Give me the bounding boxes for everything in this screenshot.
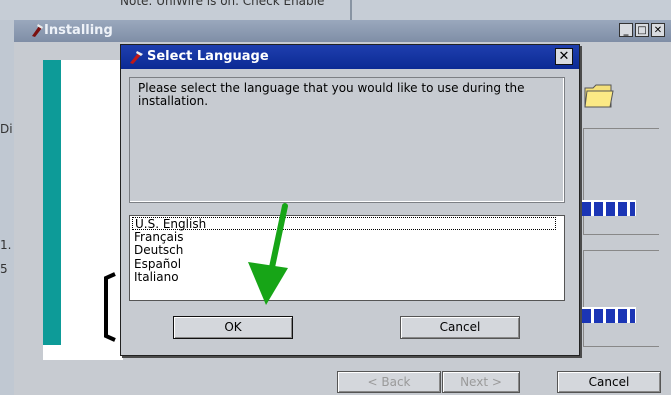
- dialog-message: Please select the language that you woul…: [138, 81, 525, 108]
- folder-icon: [584, 84, 614, 108]
- progress-group-1: [583, 128, 659, 235]
- language-option[interactable]: Italiano: [132, 271, 181, 284]
- background-divider: [350, 0, 352, 20]
- dialog-app-icon: [130, 51, 143, 64]
- background-left-edge: [0, 20, 14, 395]
- dialog-title: Select Language: [147, 49, 269, 64]
- next-button[interactable]: Next >: [442, 371, 520, 393]
- installer-title: Installing: [44, 23, 113, 38]
- installer-cancel-button[interactable]: Cancel: [557, 371, 661, 393]
- dialog-cancel-button[interactable]: Cancel: [400, 316, 520, 339]
- message-area: Please select the language that you woul…: [129, 77, 565, 203]
- progress-bar-1: [580, 200, 636, 216]
- minimize-button[interactable]: _: [619, 23, 633, 37]
- background-fragment: Di: [0, 122, 13, 136]
- progress-bar-2: [580, 307, 636, 323]
- ok-button[interactable]: OK: [173, 316, 293, 339]
- language-option[interactable]: Deutsch: [132, 244, 185, 257]
- dialog-close-button[interactable]: ✕: [555, 48, 573, 65]
- language-option[interactable]: U.S. English: [132, 217, 556, 231]
- installer-graphic: [104, 272, 116, 342]
- progress-group-2: [583, 250, 659, 347]
- background-fragment: 1.: [0, 238, 12, 252]
- language-list[interactable]: U.S. English Français Deutsch Español It…: [129, 215, 565, 301]
- background-fragment: 5: [0, 262, 8, 276]
- select-language-dialog: Select Language ✕ Please select the lang…: [120, 44, 580, 356]
- maximize-button[interactable]: □: [635, 23, 649, 37]
- background-window-strip: [0, 0, 671, 20]
- installer-teal-bar: [43, 60, 61, 345]
- installer-title-bar[interactable]: Installing _ □ ✕: [14, 20, 671, 42]
- dialog-title-bar[interactable]: Select Language ✕: [121, 45, 579, 69]
- installer-app-icon: [32, 24, 43, 37]
- back-button[interactable]: < Back: [337, 371, 441, 393]
- close-window-button[interactable]: ✕: [651, 23, 665, 37]
- background-note-text: Note: UniWire is on. Check Enable: [120, 0, 325, 8]
